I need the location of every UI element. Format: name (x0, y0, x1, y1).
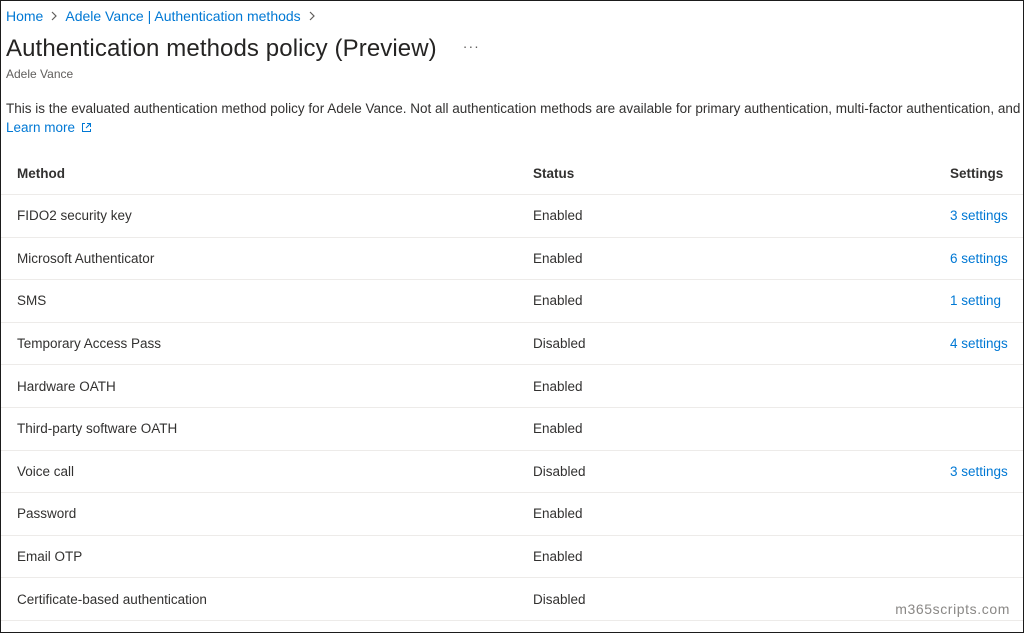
chevron-right-icon (50, 11, 58, 21)
table-row: Password Enabled (1, 493, 1023, 536)
method-status: Disabled (533, 336, 586, 352)
method-name: Certificate-based authentication (17, 591, 207, 607)
breadcrumb: Home Adele Vance | Authentication method… (6, 8, 323, 24)
header-settings[interactable]: Settings (950, 152, 1003, 194)
settings-link[interactable]: 3 settings (950, 451, 1008, 493)
method-status: Enabled (533, 506, 583, 522)
method-status: Enabled (533, 378, 583, 394)
method-name: Third-party software OATH (17, 421, 178, 437)
table-row: SMS Enabled 1 setting (1, 280, 1023, 323)
settings-link[interactable]: 6 settings (950, 238, 1008, 280)
learn-more-link[interactable]: Learn more (6, 120, 92, 135)
method-name: Email OTP (17, 549, 83, 565)
table-row: Email OTP Enabled (1, 536, 1023, 579)
method-name: SMS (17, 293, 47, 309)
title-row: Authentication methods policy (Preview) … (6, 35, 480, 63)
method-name: Hardware OATH (17, 378, 116, 394)
policy-description: This is the evaluated authentication met… (6, 101, 1024, 116)
table-row: Third-party software OATH Enabled (1, 408, 1023, 451)
method-name: FIDO2 security key (17, 208, 132, 224)
methods-table: Method Status Settings FIDO2 security ke… (1, 152, 1023, 621)
header-method[interactable]: Method (17, 152, 65, 194)
table-row: FIDO2 security key Enabled 3 settings (1, 195, 1023, 238)
method-status: Enabled (533, 293, 583, 309)
table-row: Hardware OATH Enabled (1, 365, 1023, 408)
settings-link[interactable]: 1 setting (950, 280, 1001, 322)
more-options-icon[interactable]: ··· (463, 38, 480, 54)
method-status: Enabled (533, 421, 583, 437)
table-row: Temporary Access Pass Disabled 4 setting… (1, 323, 1023, 366)
chevron-right-icon (308, 11, 316, 21)
breadcrumb-parent-link[interactable]: Adele Vance | Authentication methods (65, 8, 300, 24)
method-status: Disabled (533, 591, 586, 607)
method-status: Disabled (533, 463, 586, 479)
method-name: Temporary Access Pass (17, 336, 162, 352)
table-row: Certificate-based authentication Disable… (1, 578, 1023, 621)
page-subtitle: Adele Vance (6, 67, 74, 81)
method-name: Password (17, 506, 77, 522)
method-name: Voice call (17, 463, 75, 479)
external-link-icon (82, 123, 92, 132)
watermark: m365scripts.com (895, 601, 1010, 617)
header-status[interactable]: Status (533, 152, 574, 194)
page-title: Authentication methods policy (Preview) (6, 35, 437, 62)
table-row: Microsoft Authenticator Enabled 6 settin… (1, 238, 1023, 281)
breadcrumb-home-link[interactable]: Home (6, 8, 43, 24)
settings-link[interactable]: 4 settings (950, 323, 1008, 365)
method-status: Enabled (533, 549, 583, 565)
method-status: Enabled (533, 208, 583, 224)
method-status: Enabled (533, 250, 583, 266)
page-frame: Home Adele Vance | Authentication method… (0, 0, 1024, 633)
table-row: Voice call Disabled 3 settings (1, 451, 1023, 494)
settings-link[interactable]: 3 settings (950, 195, 1008, 237)
method-name: Microsoft Authenticator (17, 250, 155, 266)
learn-more-label: Learn more (6, 120, 76, 135)
table-header-row: Method Status Settings (1, 152, 1023, 195)
